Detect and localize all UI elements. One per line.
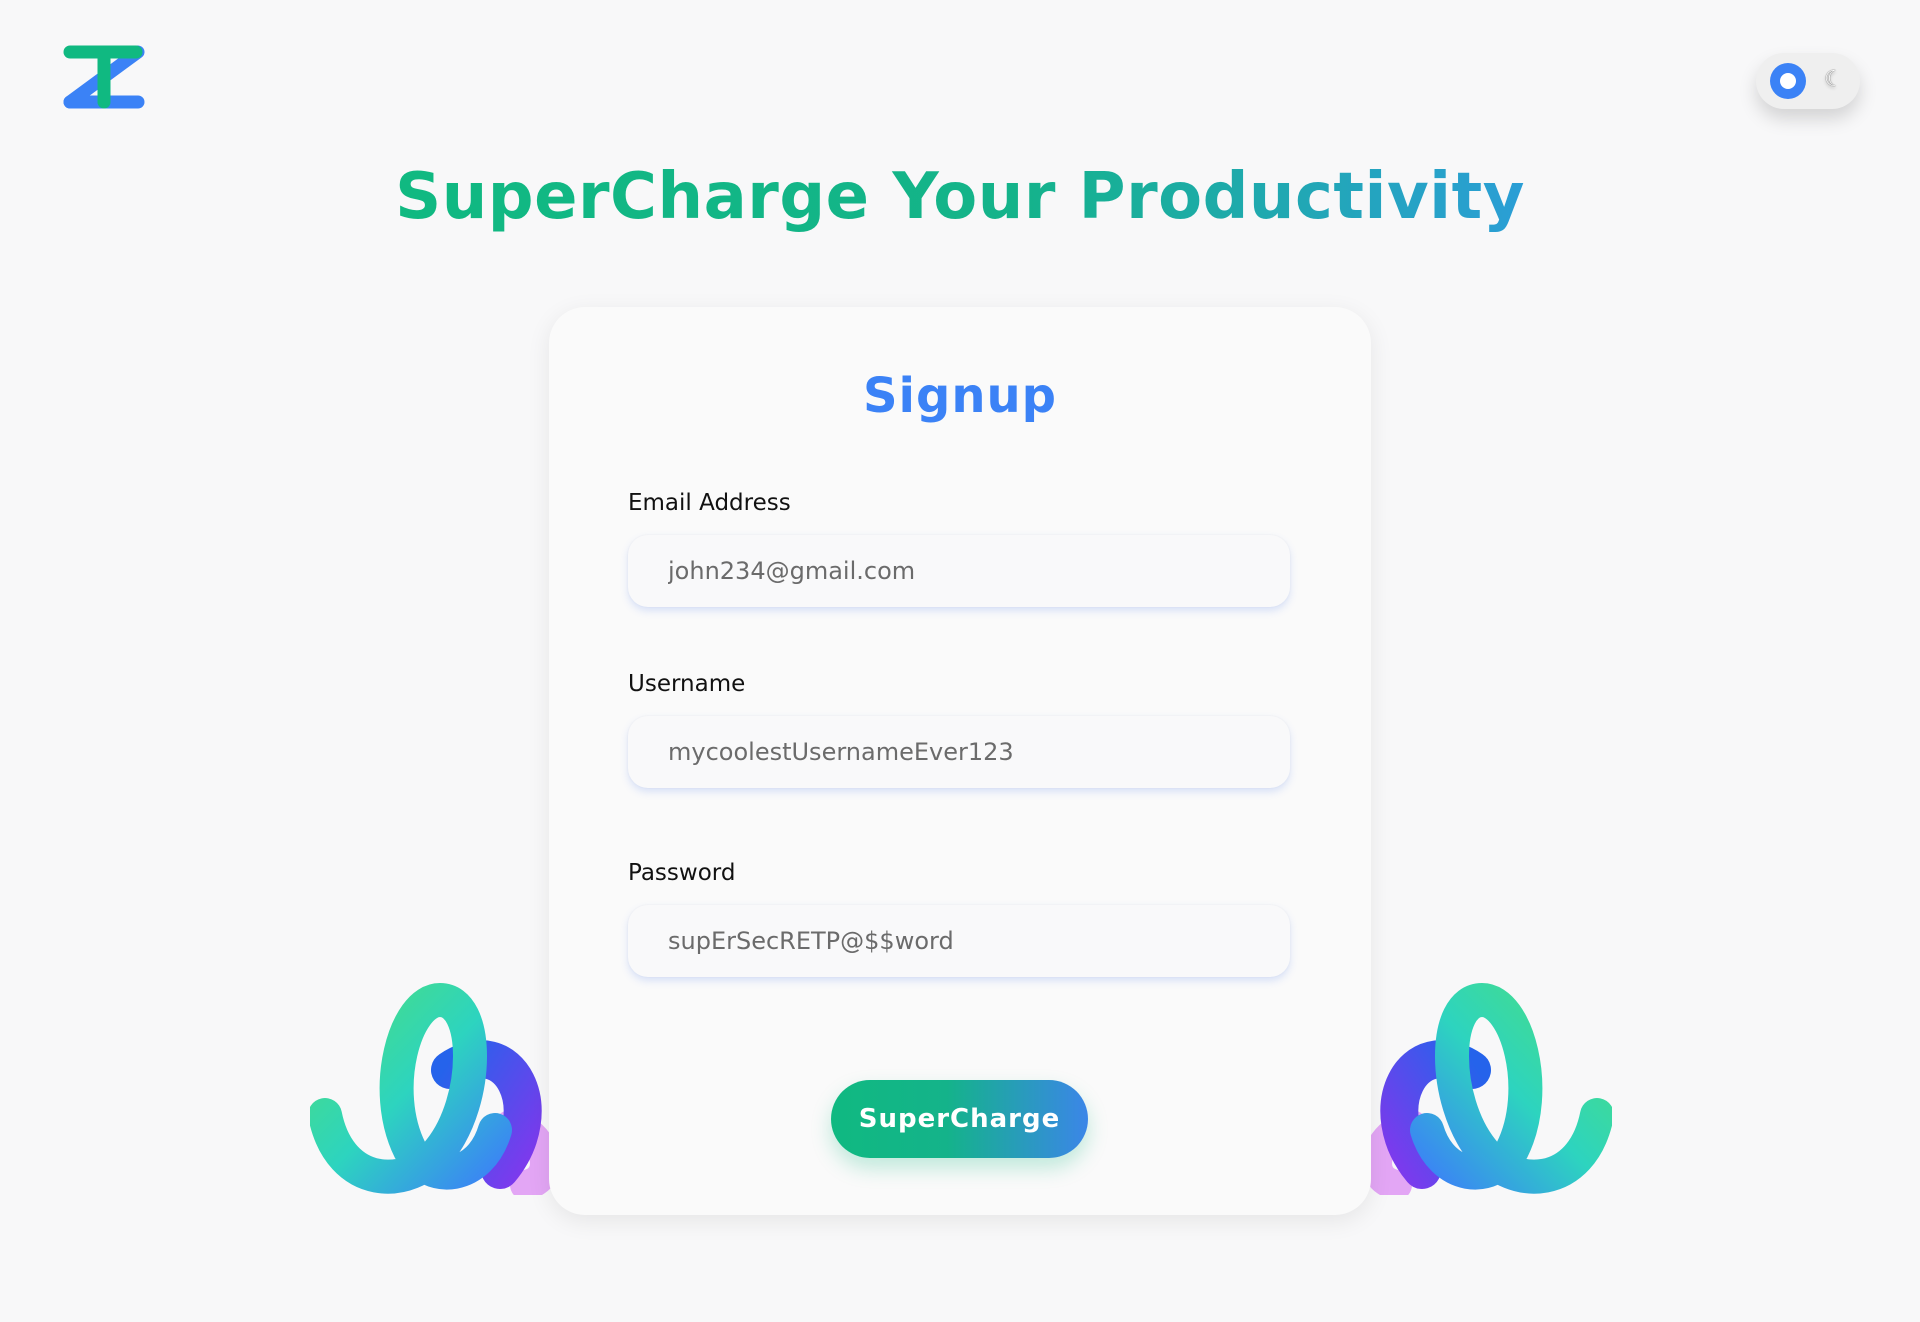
- email-input[interactable]: [628, 535, 1290, 607]
- password-label: Password: [628, 860, 736, 886]
- theme-toggle[interactable]: ☾: [1756, 53, 1860, 109]
- email-label: Email Address: [628, 490, 791, 516]
- username-input[interactable]: [628, 716, 1290, 788]
- password-input[interactable]: [628, 905, 1290, 977]
- logo-icon[interactable]: [60, 40, 150, 112]
- hero-title: SuperCharge Your Productivity: [395, 160, 1525, 234]
- hero-heading: SuperCharge Your Productivity: [0, 160, 1920, 234]
- moon-icon: ☾: [1824, 67, 1844, 92]
- supercharge-submit-button[interactable]: SuperCharge: [831, 1080, 1088, 1158]
- username-label: Username: [628, 671, 746, 697]
- toggle-knob: [1770, 63, 1806, 99]
- signup-title: Signup: [862, 368, 1058, 424]
